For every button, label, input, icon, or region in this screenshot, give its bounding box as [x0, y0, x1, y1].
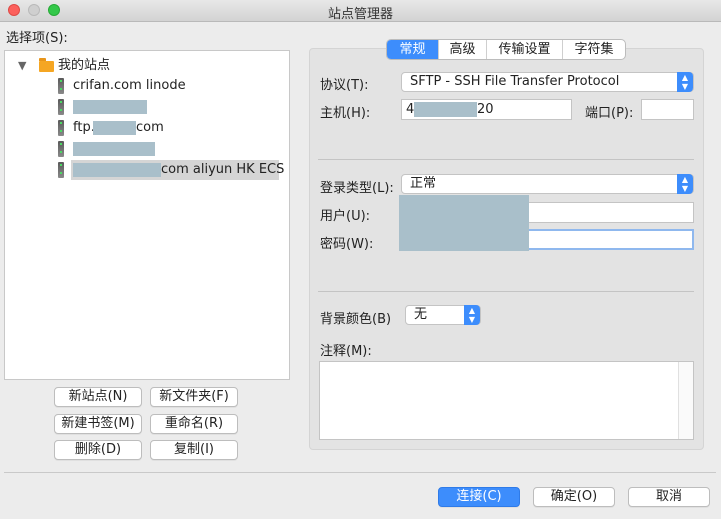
site-label-suffix: com [136, 120, 164, 135]
settings-tabs: 常规 高级 传输设置 字符集 [386, 39, 626, 60]
bg-color-select[interactable]: 无 ▲ ▼ [405, 305, 481, 325]
redacted-site-name [93, 121, 136, 135]
site-label: com aliyun HK ECS [161, 162, 285, 177]
login-type-label: 登录类型(L): [320, 181, 394, 196]
tree-root-label: 我的站点 [58, 58, 111, 73]
protocol-select[interactable]: SFTP - SSH File Transfer Protocol ▲ ▼ [401, 72, 694, 92]
connect-button[interactable]: 连接(C) [438, 487, 520, 507]
chevron-up-down-icon: ▲ ▼ [677, 72, 693, 92]
password-label: 密码(W): [320, 237, 374, 252]
window-title: 站点管理器 [327, 7, 393, 22]
user-label: 用户(U): [320, 209, 371, 224]
tab-general[interactable]: 常规 [387, 40, 439, 59]
site-label-prefix: ftp. [73, 120, 95, 135]
tree-root-my-sites[interactable]: ▼ 我的站点 [5, 56, 289, 76]
redacted-site-name [73, 100, 147, 114]
disclosure-triangle-icon[interactable]: ▼ [18, 56, 26, 76]
tab-advanced[interactable]: 高级 [439, 40, 487, 59]
folder-icon [39, 58, 54, 72]
login-type-select[interactable]: 正常 ▲ ▼ [401, 174, 694, 194]
protocol-value: SFTP - SSH File Transfer Protocol [410, 74, 620, 89]
redacted-site-name [73, 142, 155, 156]
site-tree[interactable]: ▼ 我的站点 crifan.com linode ftp. com com al… [4, 50, 290, 380]
new-site-button[interactable]: 新站点(N) [54, 387, 142, 407]
login-type-value: 正常 [410, 176, 437, 191]
tree-item-site-5[interactable]: com aliyun HK ECS [5, 160, 289, 180]
server-icon [58, 162, 64, 178]
tree-item-site-3[interactable]: ftp. com [5, 118, 289, 138]
chevron-up-down-icon: ▲ ▼ [677, 174, 693, 194]
chevron-up-down-icon: ▲ ▼ [464, 305, 480, 325]
tab-transfer-settings[interactable]: 传输设置 [487, 40, 563, 59]
port-input[interactable] [641, 99, 694, 120]
tree-item-site-1[interactable]: crifan.com linode [5, 76, 289, 96]
bg-color-label: 背景颜色(B) [320, 312, 392, 327]
delete-button[interactable]: 删除(D) [54, 440, 142, 460]
select-entry-label: 选择项(S): [6, 31, 68, 46]
footer-divider [4, 472, 716, 473]
section-divider [318, 291, 694, 292]
port-label: 端口(P): [585, 106, 634, 121]
comments-label: 注释(M): [320, 344, 372, 359]
section-divider [318, 159, 694, 160]
redacted-credentials [399, 195, 529, 251]
cancel-button[interactable]: 取消 [628, 487, 710, 507]
tab-charset[interactable]: 字符集 [563, 40, 625, 59]
host-label: 主机(H): [320, 106, 371, 121]
comments-textarea[interactable] [319, 361, 694, 440]
site-label: crifan.com linode [73, 78, 186, 93]
bg-color-value: 无 [414, 307, 428, 322]
server-icon [58, 120, 64, 136]
new-folder-button[interactable]: 新文件夹(F) [150, 387, 238, 407]
redacted-host [414, 102, 477, 117]
copy-button[interactable]: 复制(I) [150, 440, 238, 460]
server-icon [58, 78, 64, 94]
tree-item-site-4[interactable] [5, 139, 289, 159]
rename-button[interactable]: 重命名(R) [150, 414, 238, 434]
tree-item-site-2[interactable] [5, 97, 289, 117]
new-bookmark-button[interactable]: 新建书签(M) [54, 414, 142, 434]
host-value-suffix: 20 [477, 102, 494, 117]
host-input[interactable]: 4 20 [401, 99, 572, 120]
redacted-site-name [73, 163, 161, 177]
server-icon [58, 99, 64, 115]
ok-button[interactable]: 确定(O) [533, 487, 615, 507]
comments-scrollbar[interactable] [678, 362, 693, 439]
server-icon [58, 141, 64, 157]
protocol-label: 协议(T): [320, 78, 369, 93]
